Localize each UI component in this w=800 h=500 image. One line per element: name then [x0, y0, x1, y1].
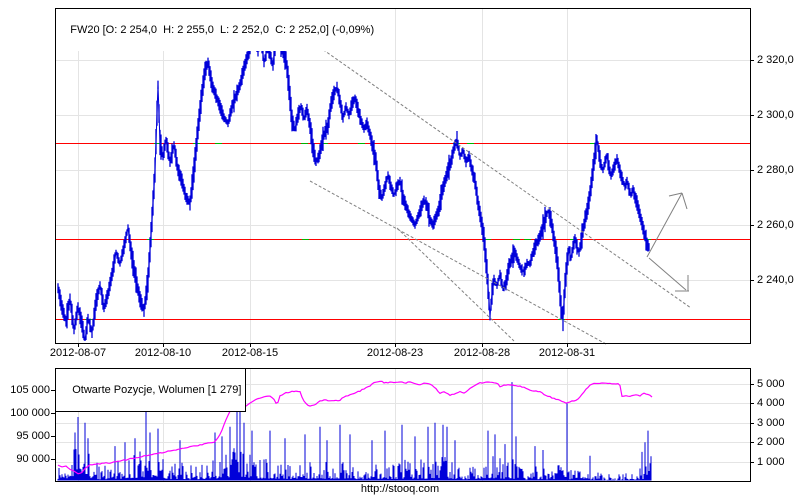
volume-panel-legend: Otwarte Pozycje, Wolumen [1 279]	[55, 368, 247, 412]
open-interest-axis-tick-label: 105 000	[10, 384, 50, 396]
price-axis-tick-label: 2 280,0	[757, 164, 794, 176]
price-midline	[57, 18, 650, 341]
volume-panel-title: Otwarte Pozycje, Wolumen [1 279]	[72, 384, 242, 396]
stooq-chart-page: FW20 [O: 2 254,0 H: 2 255,0 L: 2 252,0 C…	[0, 0, 800, 500]
volume-axis-tick-label: 5 000	[757, 378, 785, 390]
price-panel-legend: FW20 [O: 2 254,0 H: 2 255,0 L: 2 252,0 C…	[56, 9, 377, 51]
price-axis-tick-label: 2 240,0	[757, 274, 794, 286]
date-axis-tick-label: 2012-08-10	[134, 347, 192, 359]
trend-annotations	[277, 17, 692, 345]
price-panel-title: FW20 [O: 2 254,0 H: 2 255,0 L: 2 252,0 C…	[70, 24, 375, 36]
price-axis-tick-label: 2 260,0	[757, 219, 794, 231]
footer-url: http://stooq.com	[360, 483, 440, 495]
open-interest-axis-tick-label: 100 000	[10, 407, 50, 419]
date-axis-tick-label: 2012-08-15	[221, 347, 279, 359]
date-axis-tick-label: 2012-08-31	[538, 347, 596, 359]
volume-axis-tick-label: 3 000	[757, 417, 785, 429]
open-interest-axis-tick-label: 90 000	[16, 453, 50, 465]
price-axis-tick-label: 2 320,0	[757, 54, 794, 66]
date-axis-tick-label: 2012-08-28	[453, 347, 511, 359]
volume-axis-tick-label: 2 000	[757, 436, 785, 448]
price-panel-border	[55, 8, 751, 344]
date-axis-tick-label: 2012-08-07	[49, 347, 107, 359]
open-interest-axis-tick-label: 95 000	[16, 430, 50, 442]
chart-canvas	[51, 8, 754, 482]
volume-axis-tick-label: 4 000	[757, 397, 785, 409]
volume-axis-tick-label: 1 000	[757, 456, 785, 468]
date-axis-tick-label: 2012-08-23	[366, 347, 424, 359]
price-axis-tick-label: 2 300,0	[757, 109, 794, 121]
